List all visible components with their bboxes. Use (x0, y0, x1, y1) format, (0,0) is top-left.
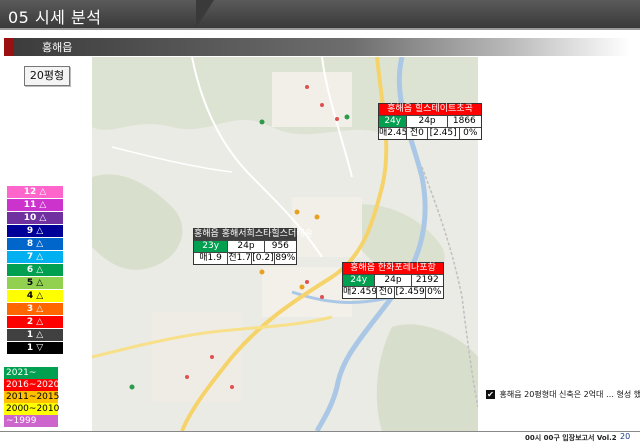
footer-divider (0, 431, 640, 432)
legend-level-1-down: 1 ▽ (7, 342, 63, 354)
card-title: 홍해읍 홍해서희스타힐스더캐슬 (194, 229, 313, 240)
legend-year-2011-2015: 2011~2015 (4, 391, 60, 403)
legend-level-11: 11 △ (7, 199, 63, 211)
card-ratio: 89% (275, 253, 296, 263)
year-legend: 2021~ 2016~2020 2011~2015 2000~2010 ~199… (0, 367, 62, 431)
legend-level-12: 12 △ (7, 186, 63, 198)
card-build-year: 23y (194, 241, 229, 252)
card-sale-price: 매2.459 (343, 287, 377, 298)
card-size: 24p (375, 275, 412, 286)
apartment-card-seohee[interactable]: 홍해읍 홍해서희스타힐스더캐슬 23y 24p 956 매1.9 전1.7 [0… (193, 228, 313, 265)
legend-year-2016-2020: 2016~2020 (4, 379, 60, 391)
card-build-year: 24y (343, 275, 376, 286)
card-size: 24p (228, 241, 265, 252)
card-size: 24p (407, 116, 448, 127)
card-gap: [2.459] (395, 287, 426, 298)
legend-level-9: 9 △ (7, 225, 63, 237)
card-households: 2192 (415, 275, 439, 285)
card-gap: [0.2] (252, 253, 275, 264)
card-build-year: 24y (379, 116, 408, 127)
card-gap: [2.45] (428, 128, 460, 139)
card-title: 홍해읍 한화포레나포항 (343, 263, 443, 274)
legend-year-2021: 2021~ (4, 367, 58, 379)
region-bar (14, 38, 630, 56)
legend-year-1999: ~1999 (4, 415, 58, 427)
section-title-text: 시세 분석 (34, 8, 102, 27)
card-ratio: 0% (427, 287, 442, 297)
page-number: 20 (620, 432, 631, 441)
level-legend: 12 △ 11 △ 10 △ 9 △ 8 △ 7 △ 6 △ 5 △ 4 △ 3… (0, 186, 70, 354)
check-icon: ✔ (486, 390, 495, 399)
legend-level-6: 6 △ (7, 264, 63, 276)
footer-text: 00시 00구 입장보고서 Vol.2 (525, 434, 617, 442)
legend-level-2: 2 △ (7, 316, 63, 328)
legend-year-2000-2010: 2000~2010 (4, 403, 60, 415)
legend-level-7: 7 △ (7, 251, 63, 263)
size-label-box: 20평형 (24, 66, 70, 86)
region-accent (4, 38, 14, 56)
region-label: 홍해읍 (42, 41, 73, 54)
card-ratio: 0% (463, 128, 478, 138)
legend-level-10: 10 △ (7, 212, 63, 224)
header-divider (0, 28, 640, 30)
card-jeonse-price: 전1.7 (228, 253, 253, 264)
card-jeonse-price: 전0 (407, 128, 428, 139)
card-sale-price: 매2.45 (379, 128, 408, 139)
section-number: 05 (8, 8, 30, 27)
apartment-card-hanwha[interactable]: 홍해읍 한화포레나포항 24y 24p 2192 매2.459 전0 [2.45… (342, 262, 444, 299)
card-title: 홍해읍 힐스테이트초곡 (379, 104, 481, 115)
legend-level-4: 4 △ (7, 290, 63, 302)
header-slant-decoration (196, 0, 214, 28)
legend-level-3: 3 △ (7, 303, 63, 315)
card-households: 1866 (452, 116, 476, 126)
card-households: 956 (271, 241, 289, 251)
legend-level-5: 5 △ (7, 277, 63, 289)
legend-level-8: 8 △ (7, 238, 63, 250)
note-text: 홍해읍 20평형대 신축은 2억대 … 형성 했다. (499, 390, 640, 399)
apartment-card-hillstate[interactable]: 홍해읍 힐스테이트초곡 24y 24p 1866 매2.45 전0 [2.45]… (378, 103, 482, 140)
card-sale-price: 매1.9 (194, 253, 228, 264)
card-jeonse-price: 전0 (377, 287, 396, 298)
analysis-note: ✔ 홍해읍 20평형대 신축은 2억대 … 형성 했다. (486, 389, 640, 400)
legend-level-1-up: 1 △ (7, 329, 63, 341)
section-title: 05 시세 분석 (8, 4, 101, 28)
